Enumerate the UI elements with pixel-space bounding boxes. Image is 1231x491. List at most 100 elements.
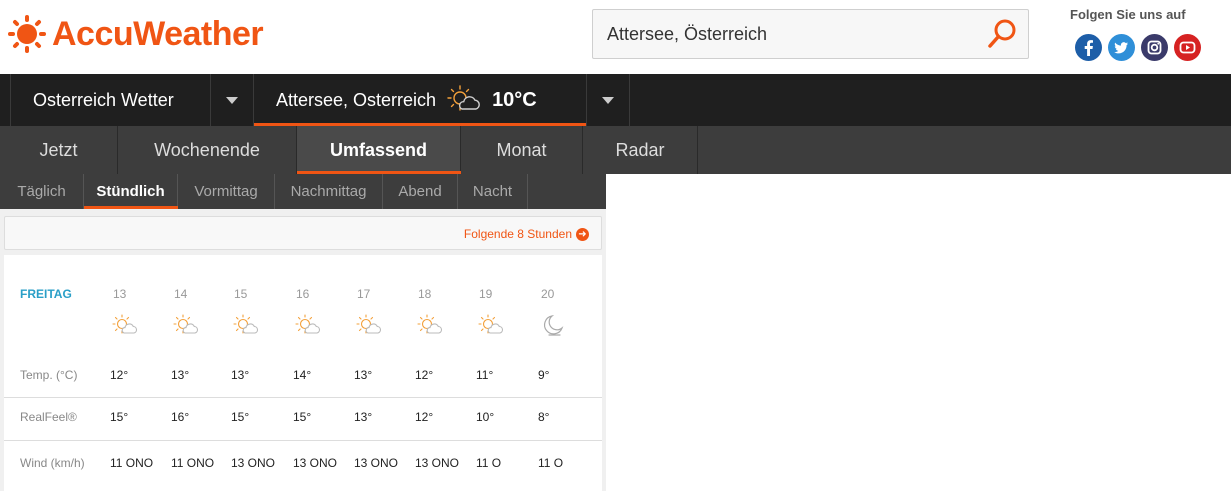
youtube-icon[interactable] [1174,34,1201,61]
pagination-bar: Folgende 8 Stunden ➜ [4,216,602,250]
hourly-table: FREITAG Temp. (°C) RealFeel® Wind (km/h)… [4,255,602,491]
hour-label: 13 [113,287,127,301]
subtab-nachmittag[interactable]: Nachmittag [275,174,383,209]
hour-label: 18 [418,287,432,301]
chevron-down-icon [602,96,614,104]
realfeel-cell: 15° [231,410,250,424]
arrow-right-icon: ➜ [576,227,589,241]
facebook-icon[interactable] [1075,34,1102,61]
location-nav-bar: Osterreich Wetter Attersee, Osterreich 1… [0,74,1231,126]
hour-label: 14 [174,287,188,301]
country-weather-label: Osterreich Wetter [33,89,174,110]
row-label-temp: Temp. (°C) [20,368,78,382]
subtab-taeglich[interactable]: Täglich [0,174,84,209]
follow-label: Folgen Sie uns auf [1070,7,1186,22]
country-weather-link[interactable]: Osterreich Wetter [10,74,210,126]
chevron-down-icon [226,96,238,104]
partly-sunny-icon [447,85,480,111]
accuweather-logo[interactable]: AccuWeather [8,14,264,54]
forecast-nav-bar: Jetzt Wochenende Umfassend Monat Radar [0,126,1231,174]
partly-sunny-icon [233,314,259,334]
partly-sunny-icon [417,314,443,334]
tab-radar[interactable]: Radar [583,126,698,174]
row-divider [4,397,602,398]
instagram-icon[interactable] [1141,34,1168,61]
wind-cell: 13 ONO [231,456,276,470]
forecast-subtabs: Täglich Stündlich Vormittag Nachmittag A… [0,174,606,209]
wind-cell: 11 O [476,456,502,470]
social-links [1075,34,1201,61]
tab-jetzt[interactable]: Jetzt [0,126,118,174]
next-hours-link[interactable]: Folgende 8 Stunden ➜ [464,227,589,241]
subtab-label: Nacht [472,183,513,200]
wind-cell: 11 ONO [171,456,215,470]
subtab-vormittag[interactable]: Vormittag [178,174,275,209]
tab-umfassend[interactable]: Umfassend [297,126,461,174]
search-icon[interactable] [986,18,1018,50]
realfeel-cell: 8° [538,410,550,424]
subtab-nacht[interactable]: Nacht [458,174,528,209]
partly-sunny-icon [356,314,382,334]
current-location-link[interactable]: Attersee, Osterreich 10°C [254,74,586,126]
realfeel-cell: 15° [110,410,129,424]
partly-sunny-icon [112,314,138,334]
tab-monat[interactable]: Monat [461,126,583,174]
temp-cell: 11° [476,368,494,382]
realfeel-cell: 13° [354,410,373,424]
subtab-label: Nachmittag [290,183,367,200]
tab-label: Radar [615,139,665,160]
wind-cell: 11 O [538,456,564,470]
partly-sunny-icon [173,314,199,334]
hour-label: 20 [541,287,555,301]
row-label-wind: Wind (km/h) [20,456,85,470]
temp-cell: 14° [293,368,312,382]
location-name: Attersee, Osterreich [276,89,437,110]
row-label-realfeel: RealFeel® [20,410,77,424]
twitter-icon[interactable] [1108,34,1135,61]
wind-cell: 13 ONO [354,456,399,470]
tab-label: Monat [496,139,547,160]
next-hours-label: Folgende 8 Stunden [463,227,572,241]
realfeel-cell: 12° [415,410,434,424]
temp-cell: 12° [415,368,434,382]
moon-icon [544,315,564,336]
partly-sunny-icon [295,314,321,334]
subtab-label: Stündlich [96,183,165,200]
partly-sunny-icon [478,314,504,334]
sun-logo-icon [8,15,46,53]
hour-label: 16 [296,287,310,301]
temp-cell: 9° [538,368,550,382]
temp-cell: 13° [231,368,250,382]
location-dropdown-button[interactable] [586,74,630,126]
current-temperature: 10°C [492,88,537,111]
realfeel-cell: 10° [476,410,495,424]
hour-label: 17 [357,287,371,301]
hour-label: 19 [479,287,493,301]
realfeel-cell: 15° [293,410,312,424]
realfeel-cell: 16° [171,410,190,424]
temp-cell: 13° [354,368,373,382]
temp-cell: 13° [171,368,190,382]
tab-label: Wochenende [154,139,260,160]
hour-label: 15 [234,287,248,301]
row-divider [4,440,602,441]
subtab-label: Abend [398,183,442,200]
tab-label: Umfassend [329,139,428,160]
search-box[interactable] [592,9,1029,59]
temp-cell: 12° [110,368,129,382]
subtab-abend[interactable]: Abend [383,174,458,209]
wind-cell: 11 ONO [110,456,154,470]
header: AccuWeather Folgen Sie uns auf [0,0,1231,74]
subtab-stuendlich[interactable]: Stündlich [84,174,178,209]
subtab-label: Vormittag [194,183,258,200]
wind-cell: 13 ONO [415,456,460,470]
subtab-label: Täglich [17,183,66,200]
brand-name: AccuWeather [52,14,264,53]
day-label: FREITAG [20,287,72,301]
hourly-forecast-panel: Folgende 8 Stunden ➜ FREITAG Temp. (°C) … [0,209,606,491]
tab-label: Jetzt [39,139,78,160]
search-input[interactable] [607,10,977,58]
tab-wochenende[interactable]: Wochenende [118,126,297,174]
wind-cell: 13 ONO [293,456,338,470]
country-dropdown-button[interactable] [210,74,254,126]
